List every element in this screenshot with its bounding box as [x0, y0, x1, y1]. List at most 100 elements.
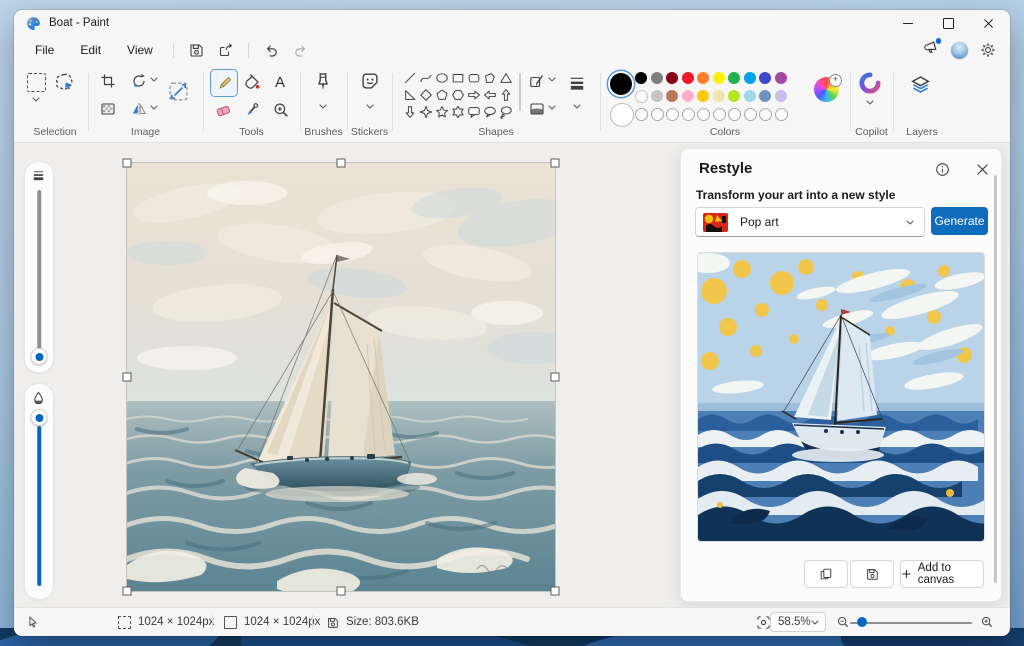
shape-arrow-left[interactable]: [482, 86, 498, 103]
pencil-tool[interactable]: [210, 69, 238, 97]
palette-empty-slot[interactable]: [635, 108, 648, 121]
selection-handle[interactable]: [551, 373, 560, 382]
rotate-tool[interactable]: [131, 73, 147, 89]
shape-pentagon[interactable]: [434, 86, 450, 103]
shape-diamond[interactable]: [418, 86, 434, 103]
thickness-slider-track[interactable]: [37, 190, 41, 352]
selection-handle[interactable]: [337, 159, 346, 168]
shape-curve[interactable]: [418, 69, 434, 86]
palette-swatch[interactable]: [697, 72, 709, 84]
resize-image-tool[interactable]: [168, 81, 189, 102]
palette-swatch[interactable]: [744, 72, 756, 84]
copilot-button[interactable]: [859, 72, 881, 94]
palette-swatch[interactable]: [775, 90, 787, 102]
shape-star-6[interactable]: [450, 103, 466, 120]
shape-hexagon[interactable]: [450, 86, 466, 103]
shape-triangle[interactable]: [498, 69, 514, 86]
shape-line[interactable]: [402, 69, 418, 86]
shape-outline-button[interactable]: [529, 73, 545, 89]
selection-handle[interactable]: [123, 373, 132, 382]
palette-empty-slot[interactable]: [651, 108, 664, 121]
stickers-chevron[interactable]: [366, 104, 374, 109]
palette-empty-slot[interactable]: [775, 108, 788, 121]
shape-rectangle[interactable]: [450, 69, 466, 86]
undo-button[interactable]: [258, 38, 284, 62]
restyle-info-button[interactable]: [931, 158, 953, 180]
shapes-scrollbar[interactable]: [519, 73, 521, 111]
selection-handle[interactable]: [551, 159, 560, 168]
palette-empty-slot[interactable]: [682, 108, 695, 121]
zoom-slider-thumb[interactable]: [857, 617, 867, 627]
selection-handle[interactable]: [337, 587, 346, 596]
layers-button[interactable]: [910, 74, 931, 95]
edit-colors-button[interactable]: +: [814, 77, 839, 102]
free-form-select-tool[interactable]: [54, 72, 74, 92]
copilot-chevron[interactable]: [866, 100, 874, 105]
account-avatar[interactable]: [951, 42, 968, 59]
palette-empty-slot[interactable]: [666, 108, 679, 121]
shape-arrow-right[interactable]: [466, 86, 482, 103]
fill-tool[interactable]: [243, 73, 261, 91]
shape-fill-chevron[interactable]: [548, 105, 556, 110]
minimize-button[interactable]: [888, 10, 928, 36]
palette-swatch[interactable]: [728, 90, 740, 102]
save-button[interactable]: [183, 38, 209, 62]
shape-fill-button[interactable]: [529, 101, 545, 117]
thickness-slider-thumb[interactable]: [31, 348, 48, 365]
selection-options-chevron[interactable]: [32, 97, 40, 102]
color2-well[interactable]: [610, 103, 634, 127]
menu-item-edit[interactable]: Edit: [67, 38, 114, 62]
canvas[interactable]: [127, 163, 555, 591]
generate-button[interactable]: Generate: [931, 207, 988, 235]
close-button[interactable]: [968, 10, 1008, 36]
shape-speech-rounded[interactable]: [466, 103, 482, 120]
line-weight-chevron[interactable]: [573, 104, 581, 109]
copy-result-button[interactable]: [804, 560, 848, 588]
restyle-scrollbar[interactable]: [994, 175, 997, 583]
rotate-options-chevron[interactable]: [150, 77, 158, 82]
color-picker-tool[interactable]: [243, 101, 261, 119]
magnifier-tool[interactable]: [272, 101, 290, 119]
palette-empty-slot[interactable]: [713, 108, 726, 121]
shape-thought-bubble[interactable]: [498, 103, 514, 120]
palette-swatch[interactable]: [635, 90, 648, 103]
palette-swatch[interactable]: [713, 72, 725, 84]
zoom-level-dropdown[interactable]: 58.5%: [770, 612, 826, 632]
palette-empty-slot[interactable]: [744, 108, 757, 121]
menu-item-file[interactable]: File: [22, 38, 67, 62]
zoom-in-button[interactable]: [980, 608, 994, 636]
maximize-button[interactable]: [928, 10, 968, 36]
palette-swatch[interactable]: [697, 90, 709, 102]
palette-empty-slot[interactable]: [697, 108, 710, 121]
shape-rounded-rectangle[interactable]: [466, 69, 482, 86]
brushes-chevron[interactable]: [319, 104, 327, 109]
shape-heart[interactable]: [402, 120, 418, 122]
palette-swatch[interactable]: [713, 90, 725, 102]
palette-swatch[interactable]: [682, 90, 694, 102]
zoom-out-button[interactable]: [836, 608, 850, 636]
shape-ellipse[interactable]: [434, 69, 450, 86]
selection-handle[interactable]: [123, 159, 132, 168]
shape-lightning[interactable]: [418, 120, 434, 122]
share-button[interactable]: [213, 38, 239, 62]
announcements-button[interactable]: [922, 39, 939, 61]
shape-star-4[interactable]: [418, 103, 434, 120]
palette-swatch[interactable]: [728, 72, 740, 84]
palette-swatch[interactable]: [666, 72, 678, 84]
palette-swatch[interactable]: [651, 72, 663, 84]
palette-swatch[interactable]: [651, 90, 663, 102]
restyle-close-button[interactable]: [971, 158, 993, 180]
palette-empty-slot[interactable]: [728, 108, 741, 121]
remove-background-tool[interactable]: [100, 101, 116, 117]
color1-well[interactable]: [610, 73, 632, 95]
shape-arrow-down[interactable]: [402, 103, 418, 120]
stickers-button[interactable]: [360, 71, 380, 91]
text-tool[interactable]: A: [272, 72, 288, 92]
selection-handle[interactable]: [551, 587, 560, 596]
rectangle-select-tool[interactable]: [27, 73, 46, 92]
palette-swatch[interactable]: [744, 90, 756, 102]
zoom-slider-track[interactable]: [850, 622, 972, 625]
opacity-slider-thumb[interactable]: [31, 409, 48, 426]
shape-polygon[interactable]: [482, 69, 498, 86]
eraser-tool[interactable]: [214, 101, 232, 119]
